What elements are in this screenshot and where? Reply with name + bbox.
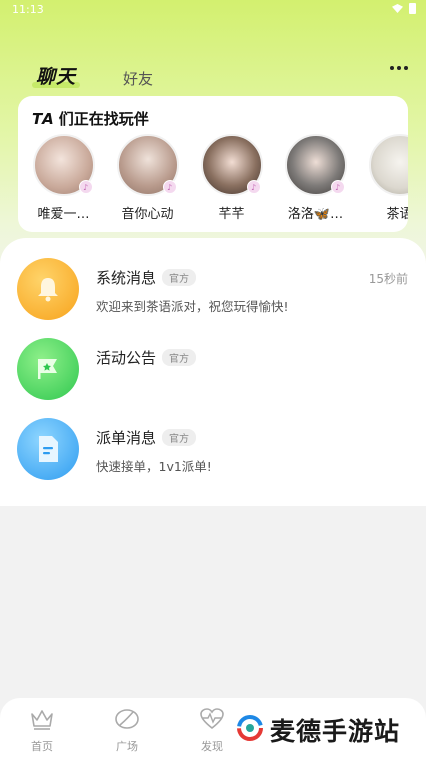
wifi-icon — [392, 4, 403, 13]
companion-item[interactable]: ♪ 唯爱一… — [32, 134, 95, 222]
watermark-text: 麦德手游站 — [270, 717, 401, 746]
companion-list: ♪ 唯爱一… ♪ 音你心动 ♪ 芊芊 ♪ 洛洛🦋… 茶语 — [32, 134, 408, 222]
status-bar: 11:13 — [0, 0, 426, 20]
music-badge-icon: ♪ — [246, 180, 261, 194]
companion-name: 芊芊 — [218, 207, 245, 222]
nav-item-home[interactable]: 首页 — [12, 708, 72, 754]
companion-item[interactable]: ♪ 芊芊 — [200, 134, 263, 222]
message-preview: 欢迎来到茶语派对，祝您玩得愉快! — [96, 299, 289, 314]
official-badge: 官方 — [162, 429, 197, 446]
top-header: 聊天 好友 — [0, 56, 426, 96]
tab-chat[interactable]: 聊天 — [36, 62, 76, 89]
message-title-text: 派单消息 — [96, 429, 157, 447]
message-time: 15秒前 — [368, 272, 408, 286]
official-badge: 官方 — [162, 269, 197, 286]
crown-icon — [29, 708, 55, 734]
status-icons — [392, 3, 416, 14]
finder-title-prefix: TA — [32, 110, 55, 128]
companion-name: 音你心动 — [121, 207, 174, 222]
nav-label: 发现 — [201, 740, 223, 753]
companion-name: 唯爱一… — [37, 207, 90, 222]
music-badge-icon: ♪ — [78, 180, 93, 194]
companion-item[interactable]: ♪ 洛洛🦋… — [284, 134, 347, 222]
message-title: 活动公告 官方 — [96, 347, 197, 368]
companion-finder-card: TA 们正在找玩伴 ♪ 唯爱一… ♪ 音你心动 ♪ 芊芊 ♪ 洛洛🦋… 茶语 — [18, 96, 408, 232]
bell-icon — [17, 258, 79, 320]
nav-label: 广场 — [116, 740, 138, 753]
companion-name: 洛洛🦋… — [287, 207, 344, 222]
tab-friends[interactable]: 好友 — [123, 68, 153, 89]
nav-item-discover[interactable]: 发现 — [182, 708, 242, 754]
finder-title-text: 们正在找玩伴 — [58, 110, 149, 128]
avatar — [368, 134, 408, 196]
companion-item[interactable]: 茶语 — [368, 134, 408, 222]
leaf-icon — [114, 708, 140, 734]
message-preview: 快速接单，1v1派单! — [96, 459, 212, 474]
battery-icon — [409, 3, 416, 14]
watermark-logo-icon — [236, 714, 264, 746]
companion-item[interactable]: ♪ 音你心动 — [116, 134, 179, 222]
nav-label: 首页 — [31, 740, 53, 753]
message-title-text: 活动公告 — [96, 349, 157, 367]
document-icon — [17, 418, 79, 480]
companion-name: 茶语 — [386, 207, 408, 222]
flag-star-icon — [17, 338, 79, 400]
message-title: 系统消息 官方 — [96, 267, 197, 288]
more-icon[interactable] — [390, 66, 408, 70]
message-title-text: 系统消息 — [96, 269, 157, 287]
message-item-activity[interactable]: 活动公告 官方 — [0, 338, 426, 408]
watermark: 麦德手游站 — [236, 712, 400, 748]
finder-title: TA 们正在找玩伴 — [32, 108, 149, 129]
heartbeat-icon — [199, 708, 225, 734]
nav-item-square[interactable]: 广场 — [97, 708, 157, 754]
status-time: 11:13 — [12, 3, 44, 16]
message-item-system[interactable]: 系统消息 官方 欢迎来到茶语派对，祝您玩得愉快! 15秒前 — [0, 258, 426, 328]
music-badge-icon: ♪ — [162, 180, 177, 194]
message-title: 派单消息 官方 — [96, 427, 197, 448]
message-list: 系统消息 官方 欢迎来到茶语派对，祝您玩得愉快! 15秒前 活动公告 官方 派单… — [0, 238, 426, 506]
official-badge: 官方 — [162, 349, 197, 366]
message-item-order[interactable]: 派单消息 官方 快速接单，1v1派单! — [0, 418, 426, 488]
music-badge-icon: ♪ — [330, 180, 345, 194]
